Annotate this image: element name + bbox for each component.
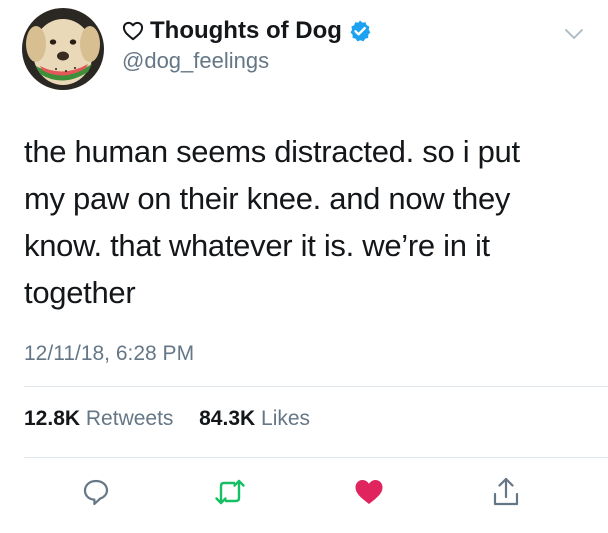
likes-count: 84.3K (199, 407, 256, 430)
tweet-card: Thoughts of Dog @dog_feelings the human … (0, 0, 608, 533)
user-name-row[interactable]: Thoughts of Dog (122, 14, 372, 48)
tweet-text-line: together (24, 275, 136, 310)
like-button[interactable] (349, 472, 389, 512)
tweet-text: the human seems distracted. so i put my … (24, 128, 584, 316)
heart-outline-icon (122, 21, 144, 41)
retweets-label: Retweets (85, 407, 174, 430)
likes-label: Likes (261, 407, 311, 430)
likes-stat[interactable]: 84.3K Likes (199, 407, 310, 430)
display-name[interactable]: Thoughts of Dog (150, 17, 342, 45)
dog-avatar-image (22, 8, 104, 90)
tweet-text-line: the human seems distracted. so i put (24, 134, 520, 169)
reply-icon (83, 479, 109, 506)
chevron-down-icon[interactable] (563, 26, 585, 42)
tweet-timestamp[interactable]: 12/11/18, 6:28 PM (24, 342, 194, 366)
retweet-button[interactable] (210, 472, 250, 512)
share-icon (493, 477, 519, 506)
tweet-text-line: know. that whatever it is. we’re in it (24, 228, 490, 263)
share-button[interactable] (486, 472, 526, 512)
retweets-stat[interactable]: 12.8K Retweets (24, 407, 179, 430)
divider (24, 457, 608, 458)
divider (24, 386, 608, 387)
reply-button[interactable] (76, 472, 116, 512)
verified-badge-icon (350, 20, 371, 42)
avatar[interactable] (22, 8, 104, 90)
user-handle[interactable]: @dog_feelings (122, 48, 269, 74)
heart-icon (355, 480, 383, 504)
tweet-text-line: my paw on their knee. and now they (24, 181, 511, 216)
retweets-count: 12.8K (24, 407, 81, 430)
tweet-actions (0, 472, 608, 512)
retweet-icon (215, 479, 245, 505)
tweet-stats: 12.8K Retweets 84.3K Likes (24, 407, 310, 431)
